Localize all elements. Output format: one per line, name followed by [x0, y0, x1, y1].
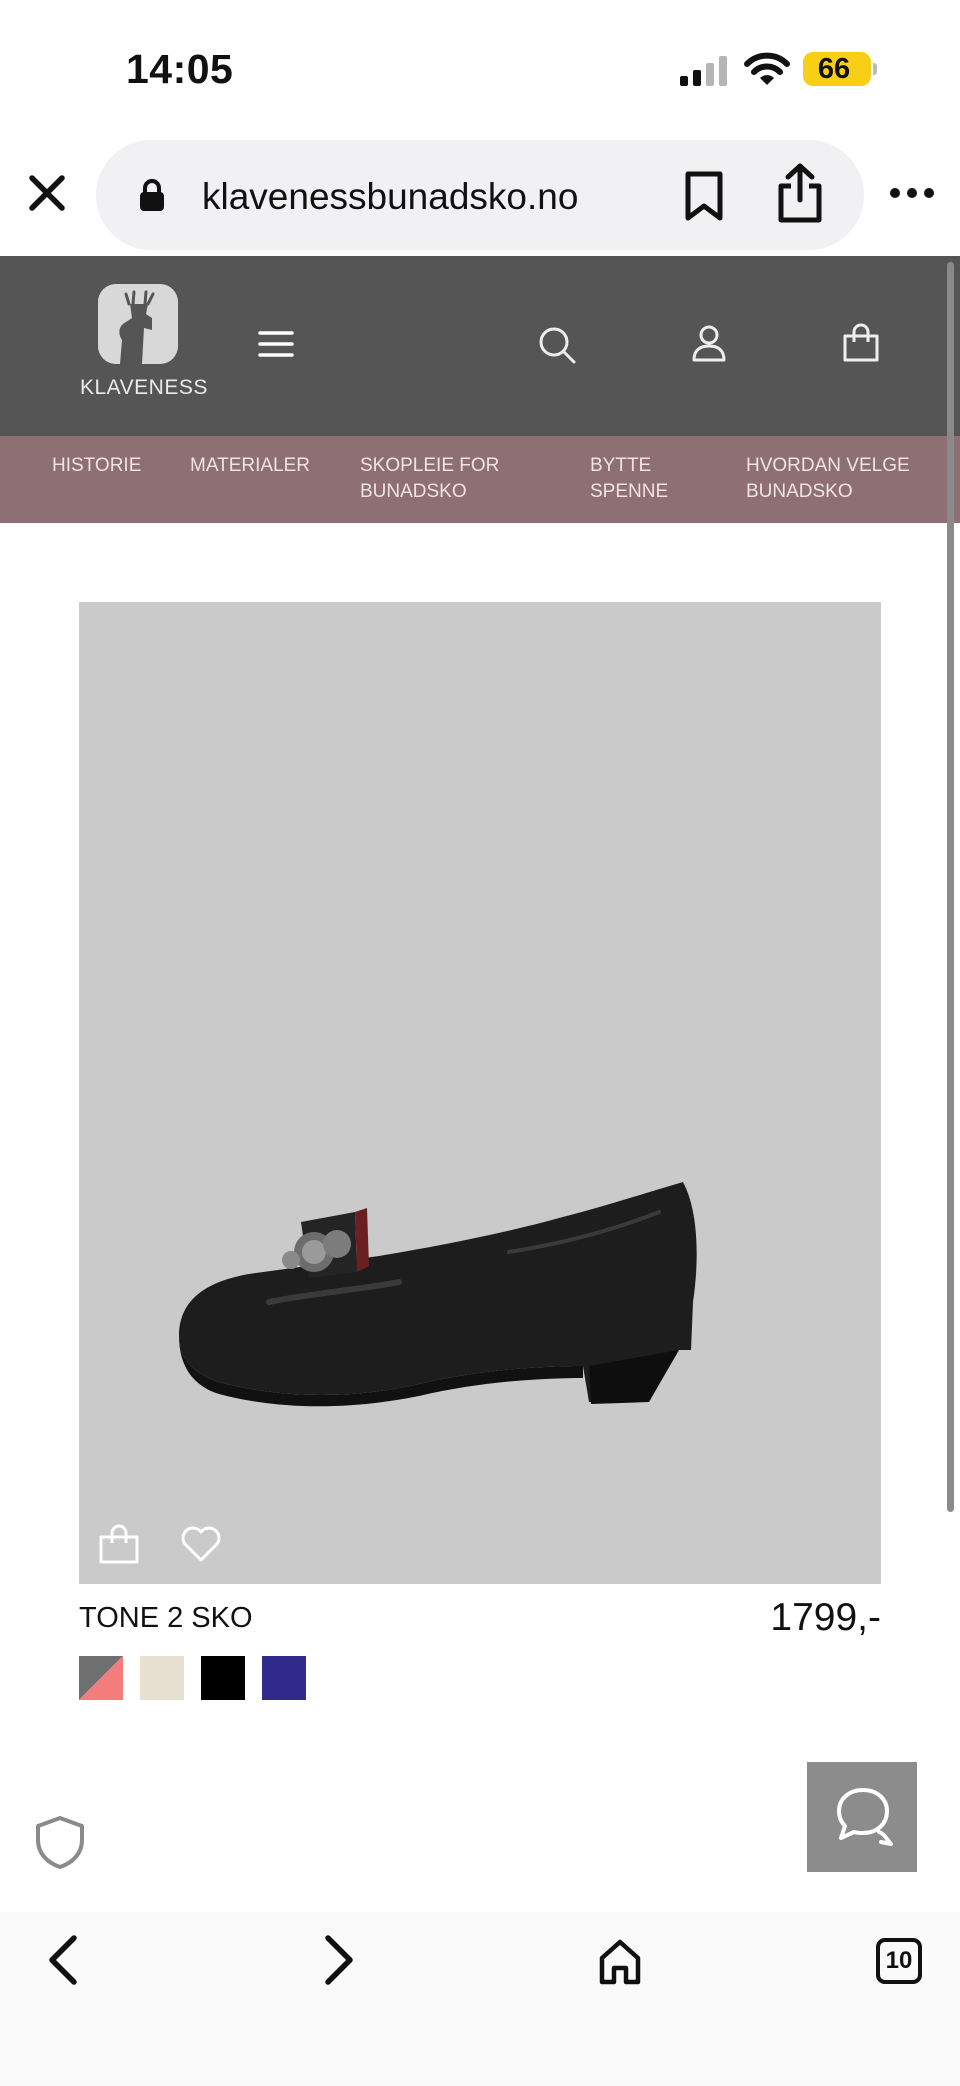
add-to-cart-icon[interactable] — [97, 1522, 141, 1566]
share-icon[interactable] — [776, 162, 824, 224]
tabs-count: 10 — [885, 1947, 913, 1974]
site-logo[interactable]: KLAVENESS — [80, 284, 208, 404]
browser-toolbar: 10 — [0, 1912, 960, 2086]
url-text[interactable]: klavenessbunadsko.no — [202, 176, 578, 218]
back-icon[interactable] — [40, 1932, 84, 1988]
sub-nav-item-bytte-spenne[interactable]: BYTTE SPENNE — [590, 453, 690, 505]
shield-icon[interactable] — [32, 1814, 88, 1870]
menu-icon[interactable] — [256, 324, 296, 364]
status-time: 14:05 — [126, 46, 234, 92]
logo-text: KLAVENESS — [80, 376, 208, 399]
account-icon[interactable] — [688, 322, 730, 364]
close-icon[interactable] — [20, 166, 74, 220]
tabs-icon[interactable]: 10 — [876, 1938, 922, 1984]
sub-nav-item-historie[interactable]: HISTORIE — [52, 453, 152, 479]
lock-icon — [140, 179, 164, 211]
cellular-signal-icon — [680, 56, 727, 86]
search-icon[interactable] — [536, 324, 578, 366]
swatch-black[interactable] — [201, 1656, 245, 1700]
product-image[interactable] — [79, 602, 881, 1584]
more-icon[interactable] — [888, 178, 936, 208]
shoe-illustration — [179, 1182, 697, 1407]
address-bar[interactable]: klavenessbunadsko.no — [96, 140, 864, 250]
product-name[interactable]: TONE 2 SKO — [79, 1602, 253, 1635]
sub-nav-item-skopleie[interactable]: SKOPLEIE FOR BUNADSKO — [360, 453, 520, 505]
swatch-cream[interactable] — [140, 1656, 184, 1700]
browser-bar: klavenessbunadsko.no — [0, 130, 960, 256]
battery-cap — [873, 63, 877, 75]
heart-icon[interactable] — [179, 1524, 223, 1564]
sub-nav-item-materialer[interactable]: MATERIALER — [190, 453, 330, 479]
chat-button[interactable] — [807, 1762, 917, 1872]
bookmark-icon[interactable] — [682, 170, 726, 222]
chat-icon — [837, 1788, 893, 1846]
wifi-icon — [744, 52, 790, 85]
scrollbar[interactable] — [947, 262, 954, 1512]
sub-nav-item-hvordan-velge[interactable]: HVORDAN VELGE BUNADSKO — [746, 453, 926, 505]
cart-icon[interactable] — [840, 322, 882, 364]
battery-level: 66 — [817, 53, 851, 85]
swatch-navy-blue[interactable] — [262, 1656, 306, 1700]
product-price: 1799,- — [770, 1596, 881, 1639]
swatch-grey-pink[interactable] — [79, 1656, 123, 1700]
sub-navigation: HISTORIE MATERIALER SKOPLEIE FOR BUNADSK… — [0, 436, 960, 523]
home-icon[interactable] — [596, 1932, 644, 1988]
status-bar: 14:05 66 — [0, 0, 960, 130]
deer-logo-icon — [98, 284, 178, 364]
site-header: KLAVENESS — [0, 256, 960, 436]
battery-indicator: 66 — [803, 52, 877, 86]
forward-icon[interactable] — [318, 1932, 362, 1988]
